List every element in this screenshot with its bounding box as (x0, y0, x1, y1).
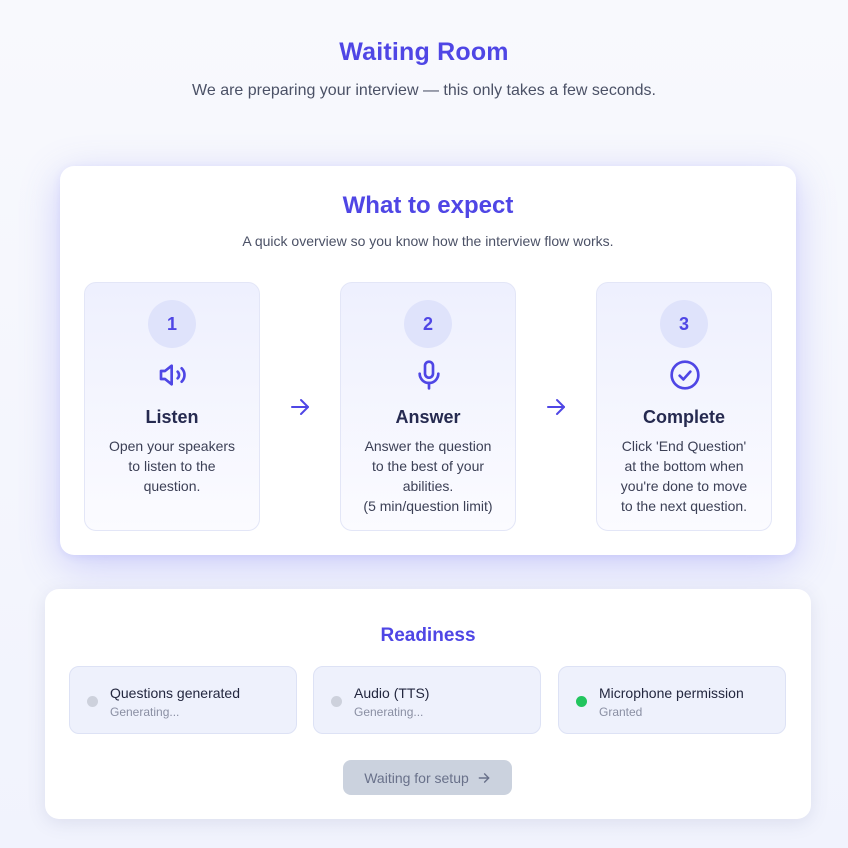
speaker-icon (159, 364, 186, 386)
status-dot (87, 696, 98, 707)
step-number: 2 (404, 300, 452, 348)
status-text: Generating... (354, 705, 424, 719)
step-title: Listen (145, 407, 199, 427)
step-card-answer: 2 Answer Answer the question to the best… (340, 282, 516, 531)
status-text: Generating... (110, 705, 180, 719)
arrow-right-icon (547, 399, 565, 415)
status-audio-tts: Audio (TTS) Generating... (313, 666, 541, 734)
button-label: Waiting for setup (364, 769, 469, 786)
page-title: Waiting Room (339, 38, 509, 66)
step-title: Answer (395, 407, 461, 427)
step-number: 1 (148, 300, 196, 348)
readiness-title: Readiness (380, 625, 476, 646)
expect-subtitle: A quick overview so you know how the int… (242, 233, 614, 249)
what-to-expect-card: What to expect A quick overview so you k… (60, 166, 796, 555)
page-subtitle: We are preparing your interview — this o… (192, 82, 656, 99)
expect-title: What to expect (342, 192, 514, 219)
status-dot (576, 696, 587, 707)
page-header: Waiting Room We are preparing your inter… (0, 38, 848, 100)
status-questions-generated: Questions generated Generating... (69, 666, 297, 734)
status-label: Audio (TTS) (354, 685, 430, 701)
arrow-right-icon (291, 399, 309, 415)
microphone-icon (418, 360, 440, 390)
step-card-listen: 1 Listen Open your speakers to listen to… (84, 282, 260, 531)
step-description: Open your speakers to listen to the ques… (108, 438, 236, 494)
step-description: Click 'End Question' at the bottom when … (620, 438, 748, 514)
step-title: Complete (642, 407, 725, 427)
step-number: 3 (660, 300, 708, 348)
status-label: Microphone permission (599, 685, 744, 701)
status-text: Granted (599, 705, 643, 719)
readiness-card: Readiness Questions generated Generating… (45, 589, 811, 819)
status-microphone-permission: Microphone permission Granted (558, 666, 786, 734)
status-label: Questions generated (110, 685, 240, 701)
step-description: Answer the question to the best of your … (363, 438, 493, 514)
waiting-for-setup-button[interactable]: Waiting for setup (343, 760, 512, 795)
step-card-complete: 3 Complete Click 'End Question' at the b… (596, 282, 772, 531)
status-dot (331, 696, 342, 707)
check-circle-icon (670, 360, 700, 390)
arrow-right-icon (478, 772, 490, 783)
